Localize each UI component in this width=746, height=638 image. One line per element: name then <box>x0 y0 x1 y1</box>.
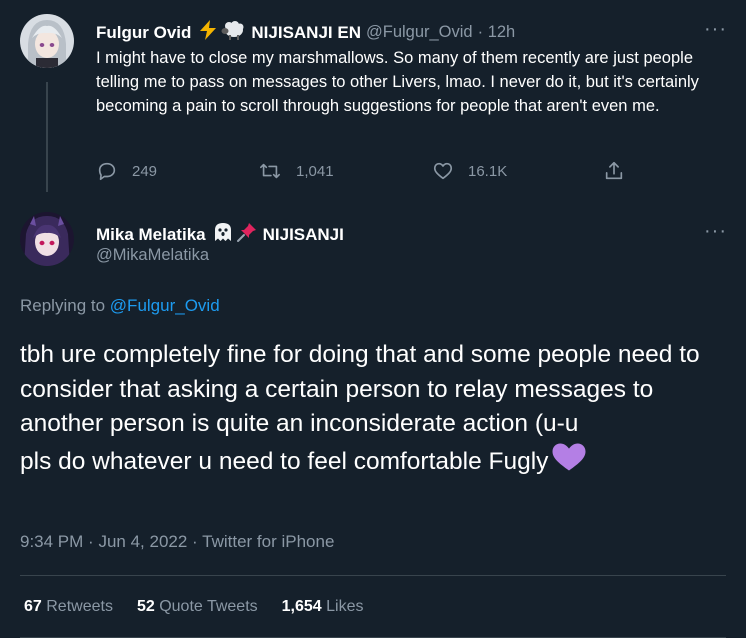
ghost-emoji <box>212 221 234 248</box>
reply-button[interactable]: 249 <box>96 160 157 182</box>
retweet-button[interactable]: 1,041 <box>258 160 334 182</box>
retweet-count: 1,041 <box>296 162 334 180</box>
likes-total: 1,654 <box>281 598 322 615</box>
reply-tweet-text: tbh ure completely fine for doing that a… <box>20 338 736 482</box>
sheep-emoji <box>221 19 245 46</box>
tweet-source[interactable]: Twitter for iPhone <box>202 532 334 551</box>
likes-stat[interactable]: 1,654 Likes <box>282 598 364 616</box>
reply-tweet-body: tbh ure completely fine for doing that a… <box>20 341 700 475</box>
retweets-count: 67 <box>24 598 42 615</box>
mika-name-line[interactable]: Mika Melatika NIJISANJI <box>96 221 344 248</box>
fulgur-handle[interactable]: @Fulgur_Ovid <box>366 23 473 42</box>
fulgur-avatar[interactable] <box>20 14 74 68</box>
replying-to-link[interactable]: @Fulgur_Ovid <box>110 296 220 315</box>
purple-heart-emoji <box>550 442 588 483</box>
mika-name-suffix[interactable]: NIJISANJI <box>263 225 344 245</box>
share-button[interactable] <box>603 160 639 182</box>
divider <box>20 575 726 576</box>
fulgur-display-name[interactable]: Fulgur Ovid <box>96 23 191 43</box>
reply-icon <box>98 162 116 181</box>
likes-label: Likes <box>326 598 364 615</box>
retweet-icon <box>260 163 280 179</box>
tweet-time[interactable]: 9:34 PM <box>20 532 83 551</box>
mika-handle[interactable]: @MikaMelatika <box>96 246 209 265</box>
share-icon <box>605 161 623 180</box>
replying-prefix: Replying to <box>20 296 106 315</box>
retweets-stat[interactable]: 67 Retweets <box>24 598 113 616</box>
original-tweet-text: I might have to close my marshmallows. S… <box>96 49 699 115</box>
lightning-emoji <box>197 19 219 46</box>
fulgur-name-suffix[interactable]: NIJISANJI EN <box>251 23 361 43</box>
meta-separator: · <box>88 532 94 551</box>
like-button[interactable]: 16.1K <box>432 160 507 182</box>
fulgur-time[interactable]: · 12h <box>478 23 516 42</box>
quotes-count: 52 <box>136 598 155 615</box>
replying-to: Replying to @Fulgur_Ovid <box>20 296 220 316</box>
tweet-date[interactable]: Jun 4, 2022 <box>98 532 187 551</box>
mika-display-name[interactable]: Mika Melatika <box>96 225 206 245</box>
like-count: 16.1K <box>468 162 508 180</box>
thread-line <box>46 82 48 192</box>
tweet-stats: 67 Retweets 52 Quote Tweets 1,654 Likes <box>24 598 388 616</box>
retweets-label: Retweets <box>46 598 113 615</box>
like-icon <box>433 162 453 180</box>
meta-separator: · <box>192 532 198 551</box>
tweet-meta: 9:34 PM · Jun 4, 2022 · Twitter for iPho… <box>20 532 334 552</box>
quote-tweets-stat[interactable]: 52 Quote Tweets <box>137 598 258 616</box>
fulgur-name-line[interactable]: Fulgur Ovid NIJISANJI EN @Fulgur_Ovid · … <box>96 19 515 46</box>
reply-count: 249 <box>132 162 158 180</box>
pushpin-emoji <box>236 221 258 248</box>
mika-avatar[interactable] <box>20 212 74 266</box>
more-icon[interactable]: ··· <box>704 19 727 39</box>
quotes-label: Quote Tweets <box>159 598 258 615</box>
more-icon[interactable]: ··· <box>704 221 727 241</box>
